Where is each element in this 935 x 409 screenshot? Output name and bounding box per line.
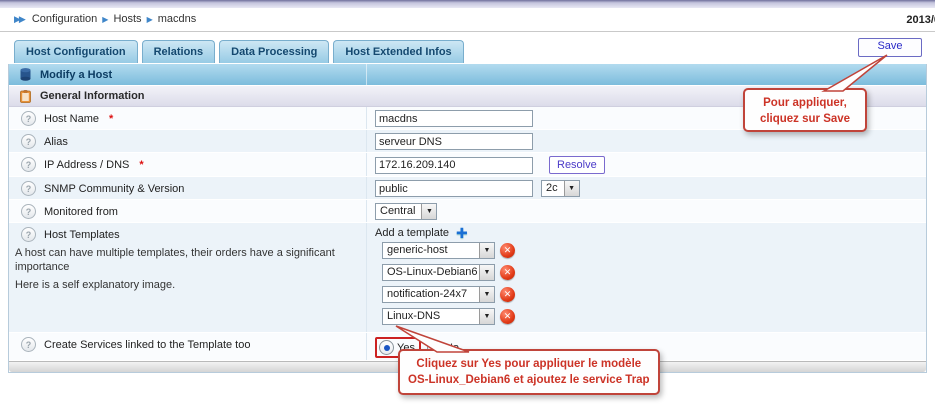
help-icon[interactable]: ? xyxy=(21,134,36,149)
template-select-3[interactable]: notification-24x7 ▼ xyxy=(382,286,495,303)
template-row: generic-host ▼ ✕ xyxy=(382,242,920,259)
template-select-4[interactable]: Linux-DNS ▼ xyxy=(382,308,495,325)
monitored-from-select[interactable]: Central ▼ xyxy=(375,203,437,220)
delete-template-icon[interactable]: ✕ xyxy=(500,265,515,280)
monitored-from-row: ? Monitored from Central ▼ xyxy=(9,200,926,223)
save-callout-line2: cliquez sur Save xyxy=(753,111,857,127)
template-row: Linux-DNS ▼ ✕ xyxy=(382,308,920,325)
help-icon[interactable]: ? xyxy=(21,111,36,126)
add-template-plus-icon[interactable]: ✚ xyxy=(456,227,468,239)
database-icon xyxy=(20,68,31,81)
tab-data-processing[interactable]: Data Processing xyxy=(219,40,329,63)
chevron-down-icon: ▼ xyxy=(564,181,579,196)
snmp-label: SNMP Community & Version xyxy=(44,183,184,195)
delete-template-icon[interactable]: ✕ xyxy=(500,309,515,324)
alias-label: Alias xyxy=(44,136,68,148)
template-select-2[interactable]: OS-Linux-Debian6 ▼ xyxy=(382,264,495,281)
yes-callout-line1: Cliquez sur Yes pour appliquer le modèle xyxy=(408,356,650,372)
host-templates-description-2: Here is a self explanatory image. xyxy=(15,278,360,292)
template-select-4-value: Linux-DNS xyxy=(383,309,479,324)
template-row: OS-Linux-Debian6 ▼ ✕ xyxy=(382,264,920,281)
chevron-down-icon: ▼ xyxy=(479,309,494,324)
tab-bar: Host Configuration Relations Data Proces… xyxy=(14,40,464,63)
chevron-down-icon: ▼ xyxy=(479,265,494,280)
breadcrumb-item-configuration[interactable]: Configuration xyxy=(32,13,97,25)
yes-radio[interactable] xyxy=(379,340,394,355)
template-select-1[interactable]: generic-host ▼ xyxy=(382,242,495,259)
help-icon[interactable]: ? xyxy=(21,157,36,172)
host-name-input[interactable] xyxy=(375,110,533,127)
help-icon[interactable]: ? xyxy=(21,337,36,352)
yes-callout: Cliquez sur Yes pour appliquer le modèle… xyxy=(398,349,660,395)
host-name-label: Host Name xyxy=(44,113,99,125)
ip-address-input[interactable] xyxy=(375,157,533,174)
help-icon[interactable]: ? xyxy=(21,204,36,219)
template-row: notification-24x7 ▼ ✕ xyxy=(382,286,920,303)
snmp-row: ? SNMP Community & Version 2c ▼ xyxy=(9,177,926,200)
breadcrumb-arrow-icon: ▶ xyxy=(147,15,153,24)
breadcrumb: ▶▶ Configuration ▶ Hosts ▶ macdns xyxy=(14,13,196,25)
help-icon[interactable]: ? xyxy=(21,227,36,242)
ip-address-label: IP Address / DNS xyxy=(44,159,129,171)
save-callout-line1: Pour appliquer, xyxy=(753,95,857,111)
general-information-title: General Information xyxy=(40,90,145,102)
snmp-community-input[interactable] xyxy=(375,180,533,197)
modify-host-title: Modify a Host xyxy=(40,69,112,81)
alias-row: ? Alias xyxy=(9,130,926,153)
date-display: 2013/0 xyxy=(906,14,935,26)
top-menu-remnant xyxy=(0,0,935,9)
tab-host-configuration[interactable]: Host Configuration xyxy=(14,40,138,63)
yes-callout-line2: OS-Linux_Debian6 et ajoutez le service T… xyxy=(408,372,650,388)
add-template-label: Add a template xyxy=(375,227,449,239)
chevron-down-icon: ▼ xyxy=(479,287,494,302)
alias-input[interactable] xyxy=(375,133,533,150)
host-templates-row: ? Host Templates A host can have multipl… xyxy=(9,223,926,333)
breadcrumb-item-macdns: macdns xyxy=(158,13,197,25)
breadcrumb-item-hosts[interactable]: Hosts xyxy=(113,13,141,25)
resolve-button[interactable]: Resolve xyxy=(549,156,605,174)
save-callout: Pour appliquer, cliquez sur Save xyxy=(743,88,867,132)
delete-template-icon[interactable]: ✕ xyxy=(500,287,515,302)
breadcrumb-divider xyxy=(0,31,935,32)
ip-address-row: ? IP Address / DNS * Resolve xyxy=(9,153,926,177)
required-asterisk: * xyxy=(109,113,113,125)
template-select-1-value: generic-host xyxy=(383,243,479,258)
host-templates-label: Host Templates xyxy=(44,229,120,241)
host-configuration-page: ▶▶ Configuration ▶ Hosts ▶ macdns 2013/0… xyxy=(0,0,935,409)
clipboard-icon xyxy=(20,90,31,103)
monitored-from-label: Monitored from xyxy=(44,206,118,218)
breadcrumb-arrow-icon: ▶ xyxy=(102,15,108,24)
modify-host-header: Modify a Host xyxy=(9,64,926,85)
host-templates-description: A host can have multiple templates, thei… xyxy=(15,246,360,274)
template-select-3-value: notification-24x7 xyxy=(383,287,479,302)
help-icon[interactable]: ? xyxy=(21,181,36,196)
tab-relations[interactable]: Relations xyxy=(142,40,216,63)
required-asterisk: * xyxy=(139,159,143,171)
delete-template-icon[interactable]: ✕ xyxy=(500,243,515,258)
template-select-2-value: OS-Linux-Debian6 xyxy=(383,265,479,280)
snmp-version-value: 2c xyxy=(542,181,564,196)
snmp-version-select[interactable]: 2c ▼ xyxy=(541,180,580,197)
save-button[interactable]: Save xyxy=(858,38,922,57)
chevron-down-icon: ▼ xyxy=(479,243,494,258)
chevron-down-icon: ▼ xyxy=(421,204,436,219)
create-services-label: Create Services linked to the Template t… xyxy=(44,339,250,351)
tab-host-extended-infos[interactable]: Host Extended Infos xyxy=(333,40,463,63)
breadcrumb-double-arrow-icon: ▶▶ xyxy=(14,14,24,25)
monitored-from-value: Central xyxy=(376,204,421,219)
